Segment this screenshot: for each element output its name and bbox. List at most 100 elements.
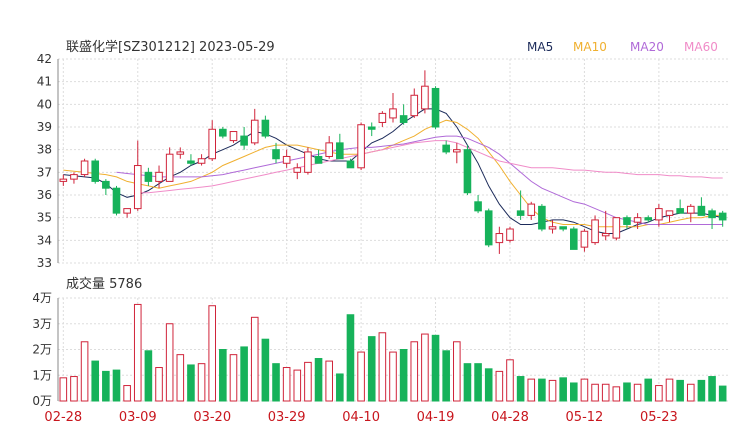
volume-bar bbox=[367, 336, 376, 402]
candle-body bbox=[367, 126, 376, 130]
price-tick-label: 39 bbox=[37, 120, 52, 134]
volume-bar bbox=[378, 332, 387, 402]
volume-bar bbox=[325, 360, 333, 402]
volume-bar bbox=[80, 341, 89, 402]
candle bbox=[569, 226, 578, 250]
volume-bar bbox=[484, 368, 493, 402]
volume-bar bbox=[357, 351, 365, 402]
candle-body bbox=[506, 228, 514, 241]
candle-body bbox=[112, 187, 121, 214]
candle-body bbox=[80, 160, 89, 176]
volume-bar bbox=[399, 349, 408, 402]
candle-body bbox=[229, 131, 238, 142]
volume-bar bbox=[219, 349, 227, 402]
volume-bar bbox=[559, 377, 567, 402]
candle bbox=[431, 86, 440, 130]
candle bbox=[378, 111, 387, 127]
volume-bar bbox=[261, 338, 270, 402]
candle bbox=[59, 174, 68, 186]
legend-ma10: MA10 bbox=[573, 40, 607, 54]
date-tick-label: 03-29 bbox=[268, 410, 306, 425]
candle-body bbox=[612, 217, 621, 239]
volume-bar bbox=[272, 363, 280, 402]
candle bbox=[399, 104, 408, 125]
candle-body bbox=[686, 205, 695, 214]
volume-bars bbox=[59, 303, 727, 402]
volume-bar bbox=[112, 369, 121, 402]
candle bbox=[208, 120, 217, 161]
volume-bar bbox=[208, 305, 217, 402]
candle-body bbox=[144, 171, 153, 182]
volume-bar bbox=[187, 364, 195, 402]
chart-title: 联盛化学[SZ301212] 2023-05-29 bbox=[66, 39, 275, 55]
candle bbox=[580, 229, 589, 252]
candle bbox=[123, 208, 131, 218]
chart-legend: MA5 MA10 MA20 MA60 bbox=[527, 40, 718, 54]
volume-bar bbox=[421, 333, 429, 402]
volume-bar bbox=[431, 334, 440, 402]
volume-tick-label: 1万 bbox=[32, 368, 52, 382]
volume-bar bbox=[70, 376, 78, 402]
candle bbox=[389, 93, 397, 123]
candle bbox=[442, 140, 450, 155]
price-tick-label: 36 bbox=[37, 188, 52, 202]
volume-bar bbox=[612, 386, 621, 402]
date-axis: 02-28 03-09 03-20 03-29 04-10 04-19 04-28 05-12… bbox=[44, 410, 677, 425]
candle-body bbox=[548, 226, 557, 230]
volume-bar bbox=[102, 370, 110, 402]
candle-body bbox=[538, 205, 546, 230]
candle-body bbox=[665, 210, 674, 216]
volume-y-axis: 0万 1万 2万 3万 4万 bbox=[32, 291, 52, 408]
candle-body bbox=[580, 230, 589, 248]
candle bbox=[410, 88, 419, 118]
candle bbox=[697, 197, 706, 216]
volume-bar bbox=[686, 383, 695, 402]
volume-bar bbox=[708, 376, 716, 402]
candle-body bbox=[389, 108, 397, 119]
date-tick-label: 02-28 bbox=[44, 410, 82, 425]
candle bbox=[527, 201, 536, 220]
candle-body bbox=[676, 208, 684, 214]
volume-bar bbox=[91, 360, 100, 402]
volume-bar bbox=[133, 303, 142, 402]
candle bbox=[70, 172, 78, 184]
volume-bar bbox=[665, 378, 674, 402]
candle bbox=[484, 208, 493, 248]
volume-bar bbox=[506, 359, 514, 402]
volume-bar bbox=[516, 376, 525, 402]
candle-body bbox=[495, 233, 504, 244]
candle bbox=[229, 131, 238, 143]
candle-body bbox=[70, 174, 78, 180]
volume-bar bbox=[453, 341, 461, 402]
candle-body bbox=[633, 217, 642, 223]
volume-bar bbox=[527, 378, 536, 402]
volume-title: 成交量 5786 bbox=[66, 276, 142, 292]
candle-body bbox=[155, 171, 163, 182]
volume-bar bbox=[644, 378, 653, 402]
date-tick-label: 03-09 bbox=[119, 410, 157, 425]
candle bbox=[686, 204, 695, 223]
candle bbox=[601, 210, 610, 241]
candle bbox=[112, 185, 121, 216]
candle bbox=[261, 115, 270, 139]
volume-bar bbox=[293, 369, 302, 402]
candle bbox=[665, 210, 674, 223]
candle-body bbox=[463, 149, 472, 194]
candle bbox=[421, 70, 429, 114]
candle-body bbox=[697, 205, 706, 216]
volume-bar bbox=[165, 323, 174, 402]
candle-body bbox=[197, 158, 206, 164]
candle-body bbox=[442, 144, 450, 153]
candle bbox=[197, 154, 206, 166]
candle-body bbox=[569, 228, 578, 250]
candle bbox=[474, 195, 482, 214]
candle-body bbox=[559, 226, 567, 230]
candle-body bbox=[399, 115, 408, 123]
candle bbox=[495, 226, 504, 254]
volume-bar bbox=[346, 314, 355, 402]
date-tick-label: 05-12 bbox=[566, 410, 604, 425]
volume-tick-label: 4万 bbox=[32, 291, 52, 305]
price-y-axis: 33 34 35 36 37 38 39 40 41 42 bbox=[37, 52, 52, 270]
candle-body bbox=[123, 208, 131, 214]
date-tick-label: 04-19 bbox=[417, 410, 455, 425]
